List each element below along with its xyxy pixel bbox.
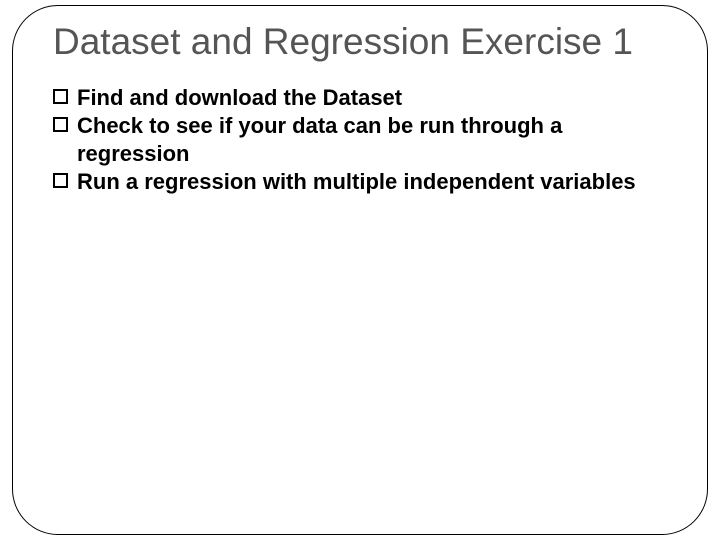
bullet-text: Check to see if your data can be run thr… [77,113,562,166]
checkbox-icon [53,117,68,132]
bullet-list: Find and download the Dataset Check to s… [53,84,667,196]
list-item: Run a regression with multiple independe… [53,168,667,196]
list-item: Check to see if your data can be run thr… [53,112,667,167]
slide-title: Dataset and Regression Exercise 1 [53,20,667,64]
list-item: Find and download the Dataset [53,84,667,112]
slide-frame: Dataset and Regression Exercise 1 Find a… [12,5,708,535]
bullet-text: Run a regression with multiple independe… [77,169,636,194]
checkbox-icon [53,173,68,188]
bullet-text: Find and download the Dataset [77,85,402,110]
checkbox-icon [53,89,68,104]
